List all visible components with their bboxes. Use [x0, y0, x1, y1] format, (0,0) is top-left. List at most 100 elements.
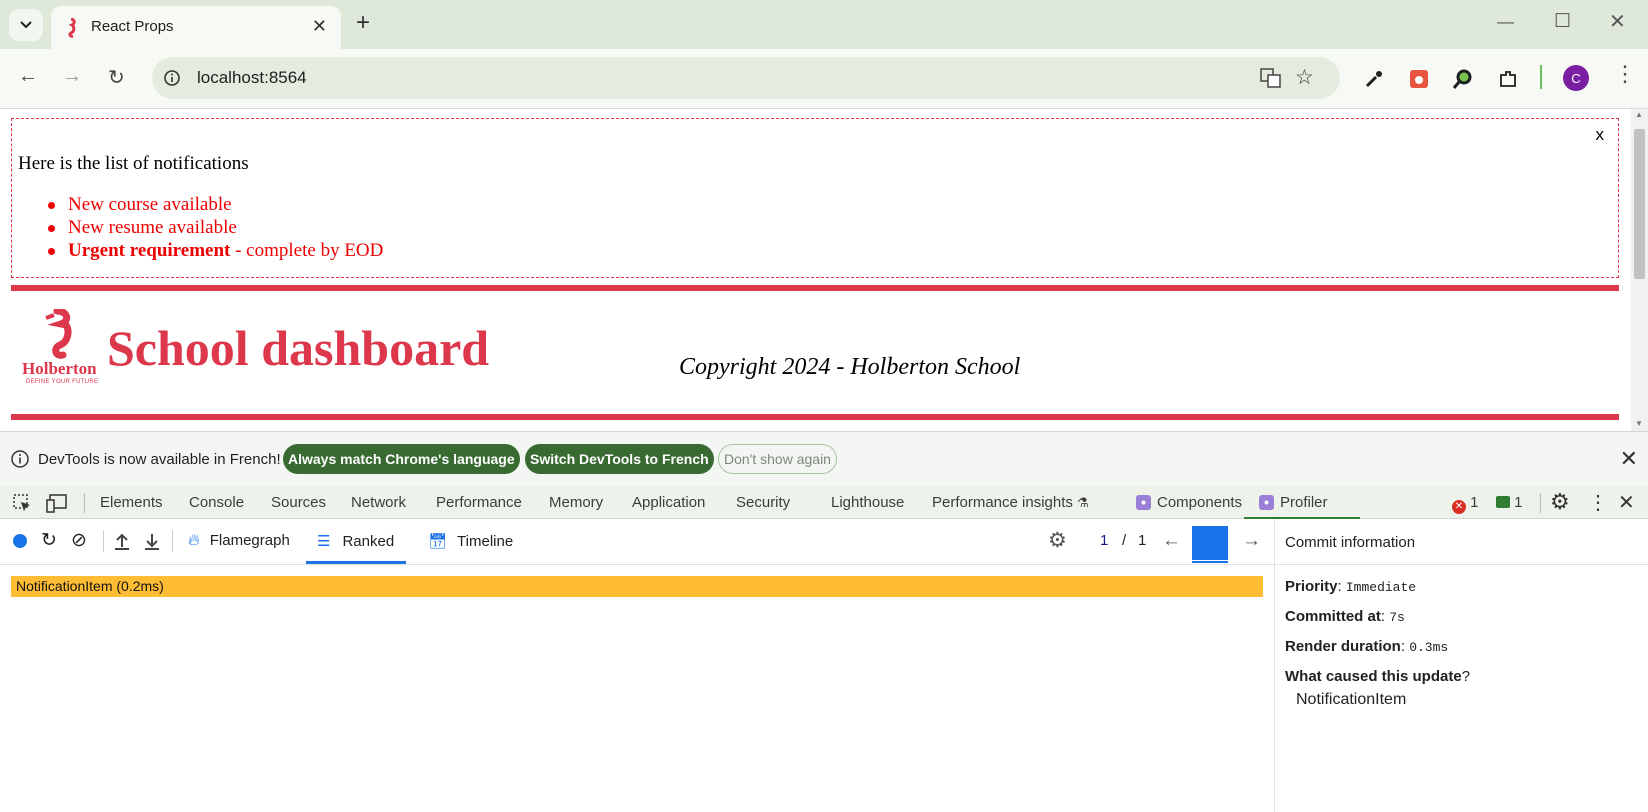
- url-text[interactable]: localhost:8564: [197, 68, 307, 88]
- tab-strip: React Props ✕ + — ☐ ✕: [0, 0, 1648, 49]
- forward-icon[interactable]: →: [62, 65, 82, 88]
- scroll-up-icon[interactable]: ▲: [1635, 110, 1643, 119]
- notification-item[interactable]: Urgent requirement - complete by EOD: [47, 239, 383, 262]
- experiment-flask-icon: ⚗: [1077, 495, 1089, 510]
- tab-title: React Props: [91, 18, 174, 35]
- previous-commit-icon[interactable]: ←: [1162, 530, 1181, 552]
- tab-network[interactable]: Network: [351, 494, 406, 511]
- devtools-close-icon[interactable]: ✕: [1618, 490, 1635, 515]
- react-atom-icon: [1136, 495, 1151, 510]
- switch-to-french-button[interactable]: Switch DevTools to French: [525, 444, 714, 474]
- tab-security[interactable]: Security: [736, 494, 790, 511]
- bookmark-star-icon[interactable]: ☆: [1295, 65, 1314, 90]
- tab-application[interactable]: Application: [632, 494, 705, 511]
- ranked-tab[interactable]: ☰ Ranked: [317, 532, 394, 550]
- profiler-settings-icon[interactable]: ⚙: [1048, 528, 1067, 553]
- render-duration-label: Render duration: [1285, 638, 1401, 655]
- tab-sources[interactable]: Sources: [271, 494, 326, 511]
- tab-profiler-label: Profiler: [1280, 494, 1328, 511]
- minimize-icon[interactable]: —: [1497, 12, 1514, 32]
- load-profile-icon[interactable]: [113, 531, 131, 551]
- message-counter[interactable]: 1: [1496, 494, 1523, 511]
- notifications-close-button[interactable]: x: [1596, 125, 1605, 145]
- tab-elements[interactable]: Elements: [100, 494, 163, 511]
- devtools-tab-bar: Elements Console Sources Network Perform…: [0, 486, 1648, 519]
- address-bar[interactable]: localhost:8564 ☆: [152, 57, 1340, 99]
- update-cause-component[interactable]: NotificationItem: [1296, 691, 1406, 709]
- clear-profile-icon[interactable]: ⊘: [71, 529, 87, 552]
- dont-show-again-button[interactable]: Don't show again: [718, 444, 837, 474]
- timeline-tab[interactable]: 📅︎ Timeline: [428, 532, 513, 550]
- committed-at-value: 7s: [1389, 610, 1405, 625]
- reload-and-profile-icon[interactable]: ↻: [41, 529, 57, 552]
- tab-search-button[interactable]: [9, 9, 43, 41]
- error-counter[interactable]: ✕ 1: [1452, 494, 1479, 514]
- update-cause-label: What caused this update: [1285, 668, 1462, 685]
- page-scrollbar[interactable]: ▲ ▼: [1631, 109, 1648, 431]
- record-button[interactable]: [13, 534, 27, 548]
- info-icon: [11, 450, 29, 468]
- browser-menu-icon[interactable]: ⋮: [1614, 61, 1636, 87]
- infobar-close-icon[interactable]: ✕: [1620, 446, 1638, 472]
- bug-extension-icon[interactable]: [1406, 66, 1432, 92]
- device-toolbar-icon[interactable]: [46, 493, 68, 513]
- ranked-bars-icon: ☰: [317, 533, 331, 550]
- back-icon[interactable]: ←: [18, 65, 38, 88]
- maximize-icon[interactable]: ☐: [1554, 10, 1571, 33]
- notifications-heading: Here is the list of notifications: [18, 153, 249, 174]
- save-profile-icon[interactable]: [143, 531, 161, 551]
- message-count: 1: [1514, 494, 1523, 511]
- devtools-language-infobar: DevTools is now available in French! Alw…: [0, 431, 1648, 486]
- priority-label: Priority: [1285, 578, 1338, 595]
- toolbar-divider: [172, 530, 173, 552]
- eyedropper-extension-icon[interactable]: [1361, 66, 1387, 92]
- scroll-down-icon[interactable]: ▼: [1635, 419, 1643, 428]
- notifications-panel: x Here is the list of notifications New …: [11, 118, 1619, 278]
- browser-toolbar: ← → ↻ localhost:8564 ☆ C ⋮: [0, 49, 1648, 109]
- extensions-puzzle-icon[interactable]: [1495, 66, 1521, 92]
- ranked-chart-bar[interactable]: NotificationItem (0.2ms): [11, 576, 1263, 597]
- devtools-menu-icon[interactable]: ⋮: [1588, 490, 1608, 515]
- tab-divider: [1540, 493, 1541, 513]
- next-commit-icon[interactable]: →: [1242, 530, 1261, 552]
- tab-divider: [84, 493, 85, 513]
- browser-tab[interactable]: React Props ✕: [51, 6, 341, 49]
- active-view-underline: [306, 561, 406, 564]
- tab-performance-insights[interactable]: Performance insights ⚗: [932, 494, 1089, 511]
- flamegraph-tab[interactable]: 🔥︎ Flamegraph: [188, 532, 290, 550]
- notification-item[interactable]: New course available: [47, 193, 383, 216]
- error-icon: ✕: [1452, 500, 1466, 514]
- search-extension-icon[interactable]: [1450, 66, 1476, 92]
- tab-lighthouse[interactable]: Lighthouse: [831, 494, 904, 511]
- tab-close-icon[interactable]: ✕: [312, 16, 327, 37]
- tab-components[interactable]: Components: [1136, 494, 1242, 511]
- profile-avatar[interactable]: C: [1563, 65, 1589, 91]
- calendar-icon: 📅︎: [428, 533, 448, 550]
- devtools-settings-icon[interactable]: ⚙: [1550, 489, 1570, 515]
- footer-copyright: Copyright 2024 - Holberton School: [679, 354, 1021, 380]
- commit-bar[interactable]: [1192, 526, 1228, 563]
- seahorse-logo-icon: [45, 309, 72, 359]
- new-tab-button[interactable]: +: [356, 11, 370, 35]
- reload-icon[interactable]: ↻: [108, 65, 125, 90]
- tab-console[interactable]: Console: [189, 494, 244, 511]
- tab-memory[interactable]: Memory: [549, 494, 603, 511]
- seahorse-favicon-icon: [68, 18, 76, 38]
- site-info-icon[interactable]: [163, 69, 181, 87]
- logo-tagline: DEFINE YOUR FUTURE: [26, 379, 99, 385]
- inspect-element-icon[interactable]: [12, 493, 32, 513]
- translate-icon[interactable]: [1260, 68, 1282, 88]
- toolbar-divider: [103, 530, 104, 552]
- infobar-message: DevTools is now available in French!: [38, 451, 281, 468]
- committed-at-row: Committed at: 7s: [1285, 608, 1405, 625]
- error-count: 1: [1470, 494, 1479, 511]
- notification-item[interactable]: New resume available: [47, 216, 383, 239]
- logo-wordmark: Holberton: [22, 359, 97, 378]
- timeline-label: Timeline: [457, 533, 514, 550]
- tab-profiler[interactable]: Profiler: [1244, 494, 1360, 519]
- scrollbar-thumb[interactable]: [1634, 129, 1645, 279]
- window-close-icon[interactable]: ✕: [1609, 9, 1626, 34]
- match-language-button[interactable]: Always match Chrome's language: [283, 444, 520, 474]
- tab-performance[interactable]: Performance: [436, 494, 522, 511]
- flame-icon: 🔥︎: [188, 532, 200, 549]
